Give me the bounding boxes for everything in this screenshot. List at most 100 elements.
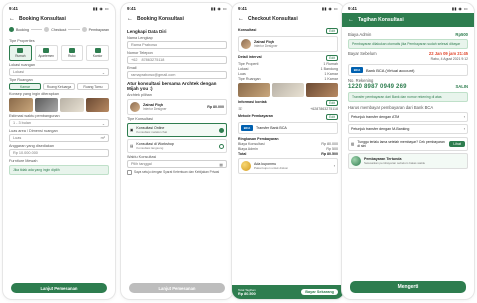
continue-button[interactable]: Lanjut Pemesanan: [11, 283, 107, 293]
va-label: No. Rekening: [348, 78, 374, 83]
style-photo[interactable]: [60, 98, 84, 112]
office-icon: [94, 48, 101, 53]
chip-kamar[interactable]: Kamar: [9, 83, 41, 90]
signal-icon: ▮▮ ◉ ▭: [451, 5, 468, 11]
unit-text: m²: [100, 136, 105, 140]
date-picker[interactable]: Pilih tanggal ▦: [127, 160, 227, 168]
admin-value: Rp500: [455, 32, 468, 37]
contact-header: Informasi kontak Edit: [238, 100, 338, 106]
signal-icon: ▮▮ ◉ ▭: [321, 5, 338, 11]
detail-value: 1 Bandung: [320, 67, 338, 71]
architect-role: Interior Designer: [254, 44, 278, 48]
status-bar: 9:41 ▮▮ ◉ ▭: [121, 3, 233, 13]
detail-row: Tipe Ruangan 1 Kamar: [238, 77, 338, 81]
money-icon: [351, 156, 361, 166]
property-type-label: Tipe Properties: [9, 39, 35, 43]
app-bar: ← Tagihan Konsultasi: [342, 13, 474, 27]
area-input[interactable]: Luas m²: [9, 134, 109, 142]
chip-ruang-keluarga[interactable]: Ruang Keluarga: [43, 83, 75, 90]
bca-logo-icon: BCA: [351, 67, 363, 73]
step-label: Checkout: [51, 27, 67, 32]
section-title: Detail interval: [238, 55, 262, 59]
detail-value: 1 Kamar: [324, 77, 338, 81]
back-arrow-icon[interactable]: ←: [238, 16, 244, 22]
status-time: 9:41: [238, 5, 248, 11]
status-time: 9:41: [127, 5, 137, 11]
date-label: Waktu Konsultasi: [127, 155, 157, 159]
detail-key: Tipe Ruangan: [238, 77, 261, 81]
payment-method[interactable]: BCA Transfer Bank BCA: [238, 122, 338, 134]
section-title: Ringkasan Pembayaran: [238, 137, 279, 141]
property-option-ruko[interactable]: Ruko: [60, 45, 84, 61]
option-label: Ruko: [68, 54, 76, 58]
furniture-label: Furniture Mewah: [9, 159, 38, 163]
summary-row: Biaya Admin Rp 500: [238, 147, 338, 151]
bill-content: Biaya Admin Rp500 Pembayaran dilakukan ot…: [342, 27, 474, 173]
edit-button[interactable]: Edit: [326, 114, 338, 120]
architect-card[interactable]: Zainal Fiqh Interior Designer Rp 80.000: [127, 99, 227, 115]
chip-ruang-tamu[interactable]: Ruang Tamu: [77, 83, 109, 90]
style-photo[interactable]: [85, 98, 109, 112]
detail-key: Luas: [238, 72, 246, 76]
step-line: [68, 29, 80, 30]
view-button[interactable]: Lihat: [449, 141, 465, 147]
info-banner: Jika tidak ada yang ingin dipilih: [9, 165, 109, 175]
status-bar: 9:41 ▮▮ ◉ ▭: [232, 3, 344, 13]
promo-card[interactable]: Ada kuponmu Pakai kupon untuk diskon ›: [238, 158, 338, 174]
pending-card: Pembayaran Tertunda Selesaikan pembayaran…: [348, 153, 468, 169]
edit-button[interactable]: Edit: [326, 28, 338, 34]
radio-icon: [219, 127, 224, 133]
consult-online-option[interactable]: ▣ Konsultasi Online Konsultasi melalui ch…: [127, 123, 227, 137]
timeline-select[interactable]: 1 - 3 bulan ⌄: [9, 119, 109, 127]
deadline-row: Bayar Sebelum 22 Jan 09 jam 21:45: [348, 51, 468, 56]
summary-key: Total: [238, 152, 247, 156]
va-info-banner: Transfer pembayaran dari Bank dan nomor …: [348, 92, 468, 102]
consult-type-label: Tipe Konsultasi: [127, 117, 153, 121]
step-dot-icon: [44, 27, 50, 32]
contact-phone: +6287863275118: [310, 107, 338, 111]
chevron-right-icon: ›: [463, 127, 465, 131]
method-atm[interactable]: Petunjuk transfer dengan ATM ›: [348, 112, 468, 122]
back-arrow-icon[interactable]: ←: [9, 16, 15, 22]
back-arrow-icon[interactable]: ←: [348, 17, 354, 23]
edit-button[interactable]: Edit: [326, 55, 338, 61]
area-label: Luas area / Dimensi ruangan: [9, 129, 58, 133]
help-text: Tunggu terlalu lama setelah membayar? Ce…: [357, 140, 445, 148]
edit-button[interactable]: Edit: [326, 100, 338, 106]
terms-checkbox[interactable]: [127, 170, 132, 175]
location-select[interactable]: Lokasi ⌄: [9, 68, 109, 76]
screen-booking-step1: 9:41 ▮▮ ◉ ▭ ← Booking Konsultasi Booking…: [3, 3, 115, 299]
coupon-icon: [241, 161, 251, 171]
method-label: Petunjuk transfer dengan M-Banking: [351, 127, 410, 131]
page-title: Booking Konsultasi: [137, 16, 184, 22]
email-field[interactable]: ramaprabowo@gmail.com: [127, 71, 227, 79]
chevron-down-icon: ⌄: [101, 121, 105, 126]
name-field[interactable]: Rama Prabowo: [127, 41, 227, 49]
property-option-kantor[interactable]: Kantor: [86, 45, 109, 61]
checkout-content: Konsultasi Edit Zainal Fiqh Interior Desi…: [232, 25, 344, 178]
consult-offline-option[interactable]: ▤ Konsultasi di Workshop Konsultasi langs…: [127, 139, 227, 153]
email-value: ramaprabowo@gmail.com: [131, 73, 176, 77]
chevron-right-icon: ›: [333, 164, 335, 168]
understand-button[interactable]: Mengerti: [350, 281, 466, 293]
style-photo[interactable]: [34, 98, 58, 112]
property-option-rumah[interactable]: Rumah: [9, 45, 32, 61]
avatar: [130, 102, 140, 112]
page-title: Tagihan Konsultasi: [358, 17, 404, 23]
house-icon: [17, 48, 24, 53]
pay-now-button[interactable]: Bayar Sekarang: [301, 289, 338, 295]
step-label: Booking: [16, 27, 29, 32]
deadline-sub: Rabu, 4 Agust 2021 9:12: [430, 57, 468, 61]
summary-key: Biaya Konsultasi: [238, 142, 265, 146]
property-option-apartemen[interactable]: Apartemen: [34, 45, 58, 61]
method-mbanking[interactable]: Petunjuk transfer dengan M-Banking ›: [348, 124, 468, 134]
video-icon: ▣: [130, 128, 134, 132]
style-photo[interactable]: [9, 98, 33, 112]
budget-input[interactable]: Rp 10.000.000: [9, 149, 109, 157]
continue-button[interactable]: Lanjut Pemesanan: [129, 283, 225, 293]
copy-button[interactable]: SALIN: [455, 84, 468, 90]
room-type-chips: Kamar Ruang Keluarga Ruang Tamu: [9, 83, 109, 90]
phone-field[interactable]: +62 87863275118: [127, 56, 227, 64]
back-arrow-icon[interactable]: ←: [127, 16, 133, 22]
location-label: Lokasi ruangan: [9, 63, 35, 67]
